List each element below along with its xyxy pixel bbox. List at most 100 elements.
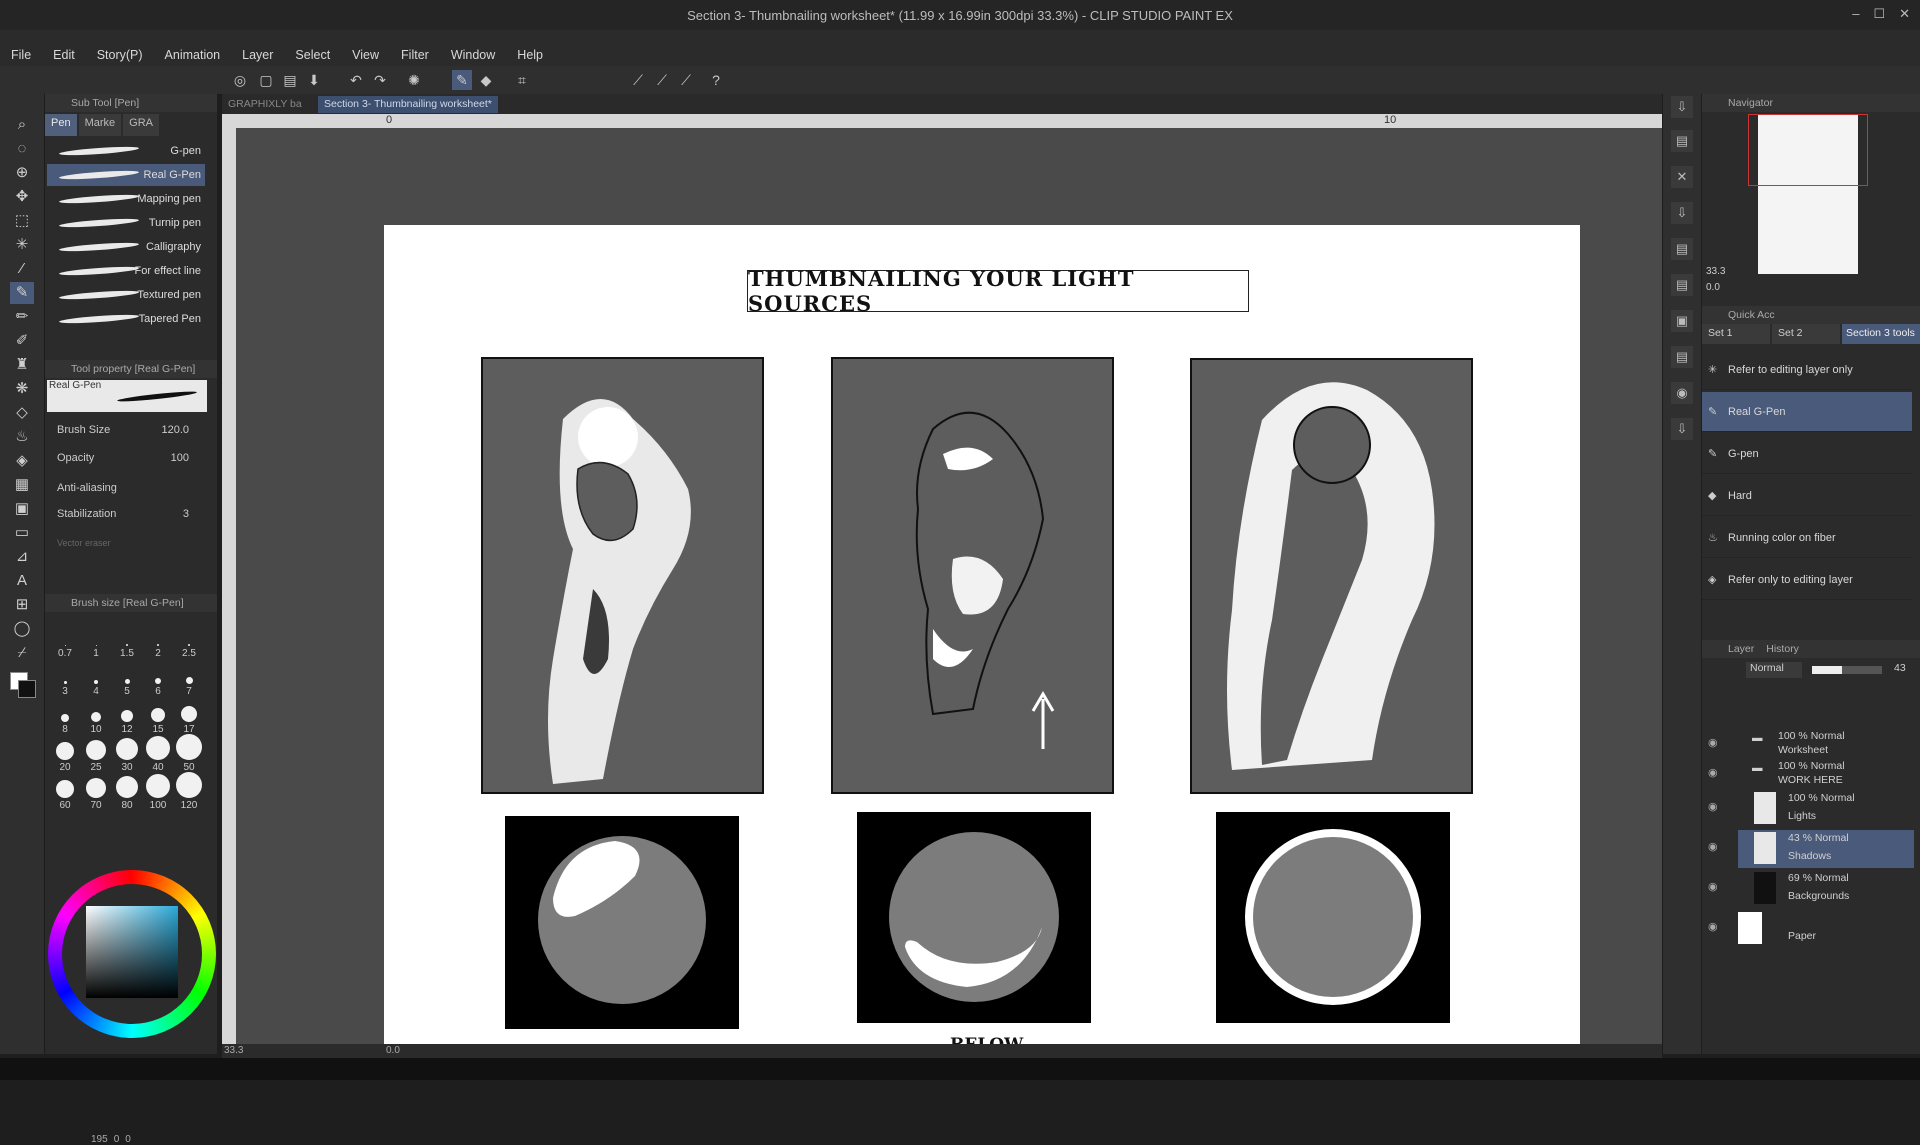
brush-item[interactable]: Real G-Pen (47, 164, 205, 186)
brush-size-option[interactable]: 2.5 (175, 626, 203, 659)
new-file-icon[interactable]: ▢ (256, 70, 276, 90)
menu-file[interactable]: File (0, 48, 42, 62)
eye-icon[interactable]: ◉ (1708, 800, 1718, 813)
opacity-row[interactable]: Opacity 100 (57, 452, 205, 472)
brush-size-option[interactable]: 40 (144, 736, 172, 773)
brush-size-option[interactable]: 100 (144, 774, 172, 811)
brush-item[interactable]: For effect line (47, 260, 205, 282)
brush-size-option[interactable]: 8 (51, 702, 79, 735)
tab-marker[interactable]: Marke (78, 114, 122, 136)
antialias-row[interactable]: Anti-aliasing (57, 482, 205, 502)
object-tool-icon[interactable]: ⊕ (10, 162, 34, 184)
brush-size-option[interactable]: 60 (51, 778, 79, 811)
ruler-snap-icon[interactable]: ⟋ (628, 70, 648, 90)
brush-size-option[interactable]: 50 (175, 734, 203, 773)
brush-item[interactable]: Turnip pen (47, 212, 205, 234)
layer-opacity-value[interactable]: 43 (1894, 662, 1906, 674)
fill-tool-icon[interactable]: ◈ (10, 450, 34, 472)
qa-item[interactable]: ◈ Refer only to editing layer (1702, 560, 1912, 600)
minimize-icon[interactable]: – (1852, 6, 1859, 22)
tab-pen[interactable]: Pen (45, 114, 77, 136)
lasso-tool-icon[interactable]: ◌ (10, 138, 34, 160)
save-icon[interactable]: ⬇ (304, 70, 324, 90)
brush-item[interactable]: Textured pen (47, 284, 205, 306)
brush-size-option[interactable]: 0.7 (51, 626, 79, 659)
eye-icon[interactable]: ◉ (1708, 766, 1718, 779)
move-tool-icon[interactable]: ✥ (10, 186, 34, 208)
menu-edit[interactable]: Edit (42, 48, 86, 62)
blend-mode-select[interactable]: Normal (1746, 662, 1802, 678)
brush-tool-icon[interactable]: ✐ (10, 330, 34, 352)
magic-wand-icon[interactable]: ✳ (10, 234, 34, 256)
menu-view[interactable]: View (341, 48, 390, 62)
selection-tool-icon[interactable]: ⬚ (10, 210, 34, 232)
blend-tool-icon[interactable]: ♨ (10, 426, 34, 448)
navigator-viewport[interactable] (1748, 114, 1868, 186)
saturation-value-square[interactable] (86, 906, 178, 998)
brush-size-option[interactable]: 70 (82, 778, 110, 811)
menu-animation[interactable]: Animation (154, 48, 232, 62)
layer-row-active[interactable]: ◉ 43 % Normal Shadows (1708, 830, 1914, 868)
brush-size-option[interactable]: 25 (82, 740, 110, 773)
brush-size-option[interactable]: 30 (113, 738, 141, 773)
brush-size-option[interactable]: 120 (175, 772, 203, 811)
brush-item[interactable]: Mapping pen (47, 188, 205, 210)
panel-icon[interactable]: ◉ (1671, 382, 1693, 404)
panel-icon[interactable]: ⇩ (1671, 418, 1693, 440)
close-icon[interactable]: ✕ (1899, 6, 1910, 22)
transform-icon[interactable]: ⌗ (512, 70, 532, 90)
panel-icon[interactable]: ▤ (1671, 346, 1693, 368)
panel-icon[interactable]: ▤ (1671, 274, 1693, 296)
brush-size-option[interactable]: 17 (175, 702, 203, 735)
brush-size-option[interactable]: 6 (144, 664, 172, 697)
brush-size-option[interactable]: 15 (144, 702, 172, 735)
redo-icon[interactable]: ↷ (370, 70, 390, 90)
loading-icon[interactable]: ✺ (404, 70, 424, 90)
brush-size-option[interactable]: 3 (51, 664, 79, 697)
menu-help[interactable]: Help (506, 48, 554, 62)
nav-zoom[interactable]: 33.3 (1706, 266, 1725, 277)
brush-size-option[interactable]: 2 (144, 626, 172, 659)
pen-mode-icon[interactable]: ✎ (452, 70, 472, 90)
opacity-value[interactable]: 100 (171, 452, 189, 464)
zoom-tool-icon[interactable]: ⌕ (10, 114, 34, 136)
brush-size-option[interactable]: 1 (82, 626, 110, 659)
brush-size-row[interactable]: Brush Size 120.0 (57, 424, 205, 444)
layer-row[interactable]: ◉ 69 % Normal Backgrounds (1708, 870, 1914, 908)
qa-item[interactable]: ✳ Refer to editing layer only (1702, 350, 1912, 390)
panel-icon[interactable]: ⇩ (1671, 202, 1693, 224)
sub-color-swatch[interactable] (18, 680, 36, 698)
eye-icon[interactable]: ◉ (1708, 736, 1718, 749)
menu-window[interactable]: Window (440, 48, 506, 62)
set-tab-2[interactable]: Set 2 (1772, 324, 1840, 344)
menu-select[interactable]: Select (284, 48, 341, 62)
brush-size-option[interactable]: 20 (51, 740, 79, 773)
eyedropper-icon[interactable]: ⁄ (10, 258, 34, 280)
figure-tool-icon[interactable]: ▣ (10, 498, 34, 520)
gradient-tool-icon[interactable]: ▦ (10, 474, 34, 496)
panel-icon[interactable]: ▣ (1671, 310, 1693, 332)
menu-filter[interactable]: Filter (390, 48, 440, 62)
snap-grid-icon[interactable]: ⟋ (676, 70, 696, 90)
brush-size-option[interactable]: 80 (113, 776, 141, 811)
brush-item[interactable]: Tapered Pen (47, 308, 205, 330)
tab-gra[interactable]: GRA (123, 114, 159, 136)
eye-icon[interactable]: ◉ (1708, 840, 1718, 853)
brush-item[interactable]: Calligraphy (47, 236, 205, 258)
panel-icon[interactable]: ⇩ (1671, 96, 1693, 118)
set-tab-3[interactable]: Section 3 tools (1842, 324, 1920, 344)
brush-size-option[interactable]: 4 (82, 664, 110, 697)
status-zoom[interactable]: 33.3 (224, 1045, 243, 1056)
stabilization-row[interactable]: Stabilization 3 (57, 508, 205, 528)
panel-icon[interactable]: ✕ (1671, 166, 1693, 188)
decoration-tool-icon[interactable]: ❋ (10, 378, 34, 400)
brush-size-option[interactable]: 1.5 (113, 626, 141, 659)
brush-size-option[interactable]: 12 (113, 702, 141, 735)
layer-row[interactable]: ◉ 100 % Normal Lights (1708, 790, 1914, 828)
qa-item[interactable]: ✎ Real G-Pen (1702, 392, 1912, 432)
maximize-icon[interactable]: ☐ (1873, 6, 1885, 22)
brush-size-option[interactable]: 7 (175, 664, 203, 697)
brush-size-option[interactable]: 10 (82, 702, 110, 735)
menu-layer[interactable]: Layer (231, 48, 284, 62)
qa-item[interactable]: ✎ G-pen (1702, 434, 1912, 474)
